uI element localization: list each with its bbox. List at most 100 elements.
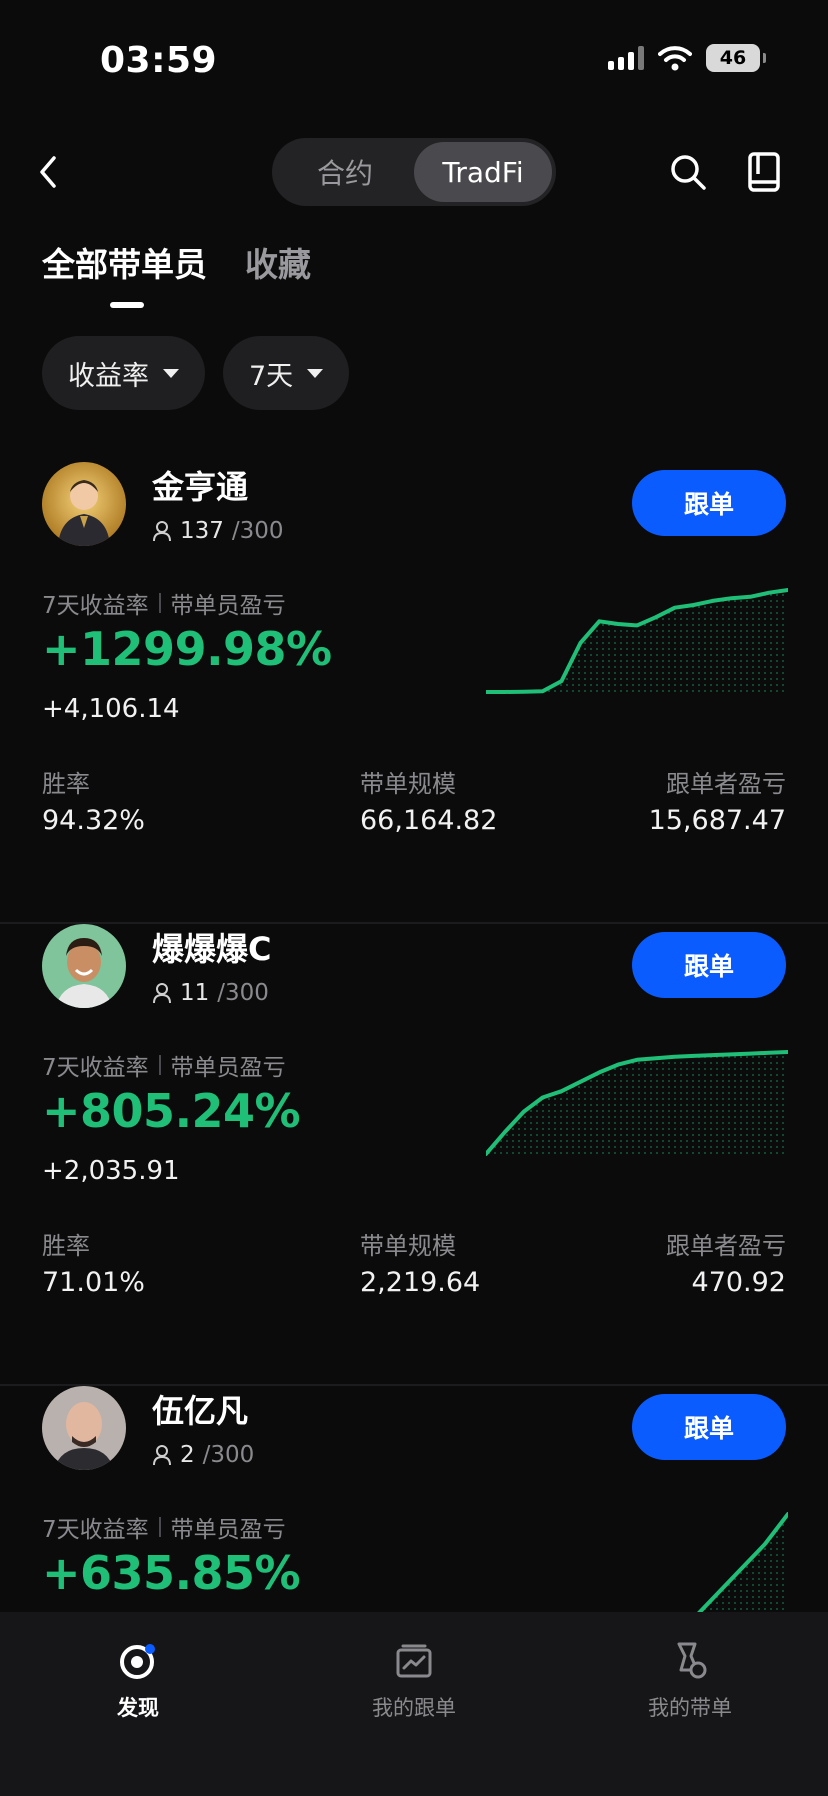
metric-label: 7天收益率 带单员盈亏 <box>42 1510 286 1544</box>
follower-pnl-stat: 跟单者盈亏 15,687.47 <box>649 764 786 836</box>
sort-dropdown[interactable]: 收益率 <box>42 336 205 410</box>
search-icon <box>671 155 706 190</box>
follower-count: 2/300 <box>152 1442 254 1468</box>
follower-capacity: /300 <box>231 518 284 544</box>
chevron-left-icon <box>40 156 56 188</box>
search-button[interactable] <box>668 152 708 192</box>
book-icon <box>748 152 780 192</box>
pnl-value: +2,035.91 <box>42 1156 180 1186</box>
follower-pnl-label: 跟单者盈亏 <box>666 1232 786 1260</box>
filter-bar: 收益率 7天 <box>42 336 350 410</box>
trader-name[interactable]: 金亨通 <box>152 462 248 508</box>
tab-indicator <box>110 302 144 308</box>
aum-label: 带单规模 <box>360 770 456 798</box>
metric-label: 7天收益率 带单员盈亏 <box>42 1048 286 1082</box>
roi-label: 7天收益率 <box>42 593 149 619</box>
follower-pnl-label: 跟单者盈亏 <box>666 770 786 798</box>
caret-down-icon <box>307 368 324 378</box>
follower-capacity: /300 <box>217 980 269 1006</box>
tab-all-traders[interactable]: 全部带单员 <box>42 238 207 286</box>
aum-stat: 带单规模 66,164.82 <box>360 764 497 836</box>
bottom-nav: 发现 我的跟单 我的带单 <box>0 1612 828 1796</box>
segment-tradfi[interactable]: TradFi <box>414 142 552 202</box>
nav-label: 我的带单 <box>648 1696 732 1720</box>
my-lead-icon <box>677 1642 707 1679</box>
aum-value: 66,164.82 <box>360 805 498 836</box>
sparkline-area <box>486 590 788 696</box>
follower-pnl-stat: 跟单者盈亏 470.92 <box>666 1226 786 1298</box>
discover-icon <box>120 1644 155 1679</box>
sort-label: 收益率 <box>68 360 149 392</box>
win-rate-label: 胜率 <box>42 770 90 798</box>
separator <box>158 593 161 613</box>
battery-level: 46 <box>719 47 747 69</box>
roi-value: +805.24% <box>42 1084 301 1138</box>
win-rate-label: 胜率 <box>42 1232 90 1260</box>
roi-label: 7天收益率 <box>42 1055 149 1081</box>
trader-card[interactable]: 爆爆爆C 11/300 跟单 7天收益率 带单员盈亏 +805.24% +2,03… <box>0 924 828 1386</box>
trader-card[interactable]: 伍亿凡 2/300 跟单 7天收益率 带单员盈亏 +635.85% <box>0 1386 828 1612</box>
roi-label: 7天收益率 <box>42 1517 149 1543</box>
follower-current: 2 <box>180 1442 195 1468</box>
user-icon <box>153 983 171 1004</box>
sparkline-area <box>699 1514 788 1612</box>
follow-button[interactable]: 跟单 <box>632 1394 786 1460</box>
roi-value: +635.85% <box>42 1546 301 1600</box>
nav-my-copy[interactable]: 我的跟单 <box>276 1612 552 1796</box>
pnl-label: 带单员盈亏 <box>170 1517 286 1543</box>
roi-sparkline <box>486 588 788 696</box>
pnl-value: +4,106.14 <box>42 694 180 724</box>
avatar[interactable] <box>42 924 126 1008</box>
follower-count: 137/300 <box>152 518 284 544</box>
nav-discover[interactable]: 发现 <box>0 1612 276 1796</box>
user-icon <box>153 521 171 542</box>
pnl-label: 带单员盈亏 <box>170 593 286 619</box>
guide-button[interactable] <box>746 150 782 194</box>
separator <box>158 1055 161 1075</box>
trader-card[interactable]: 金亨通 137/300 跟单 7天收益率 带单员盈亏 +1299.98% +4,1… <box>0 462 828 924</box>
tab-favorites[interactable]: 收藏 <box>245 238 311 286</box>
nav-label: 我的跟单 <box>372 1696 456 1720</box>
segment-futures[interactable]: 合约 <box>276 142 414 202</box>
follower-capacity: /300 <box>202 1442 255 1468</box>
follower-count: 11/300 <box>152 980 269 1006</box>
market-segment-control: 合约 TradFi <box>272 138 556 206</box>
win-rate-stat: 胜率 71.01% <box>42 1226 145 1298</box>
trader-tabs: 全部带单员 收藏 <box>42 238 311 286</box>
signal-icon <box>608 46 644 70</box>
win-rate-value: 94.32% <box>42 805 145 836</box>
win-rate-value: 71.01% <box>42 1267 145 1298</box>
follower-current: 11 <box>180 980 210 1006</box>
user-icon <box>153 1445 171 1466</box>
aum-value: 2,219.64 <box>360 1267 481 1298</box>
trader-name[interactable]: 爆爆爆C <box>152 924 272 970</box>
roi-sparkline <box>486 1050 788 1158</box>
roi-value: +1299.98% <box>42 622 332 676</box>
follower-current: 137 <box>180 518 224 544</box>
aum-label: 带单规模 <box>360 1232 456 1260</box>
status-time: 03:59 <box>100 40 218 81</box>
nav-label: 发现 <box>117 1696 159 1720</box>
win-rate-stat: 胜率 94.32% <box>42 764 145 836</box>
my-copy-icon <box>396 1644 432 1678</box>
separator <box>158 1517 161 1537</box>
follow-button[interactable]: 跟单 <box>632 470 786 536</box>
follow-button[interactable]: 跟单 <box>632 932 786 998</box>
period-dropdown[interactable]: 7天 <box>223 336 350 410</box>
aum-stat: 带单规模 2,219.64 <box>360 1226 480 1298</box>
avatar[interactable] <box>42 1386 126 1470</box>
back-button[interactable] <box>36 150 72 194</box>
status-icons: 46 <box>608 44 766 72</box>
pnl-label: 带单员盈亏 <box>170 1055 286 1081</box>
follower-pnl-value: 15,687.47 <box>648 805 786 836</box>
follower-pnl-value: 470.92 <box>691 1267 786 1298</box>
period-label: 7天 <box>249 360 294 392</box>
metric-label: 7天收益率 带单员盈亏 <box>42 586 286 620</box>
caret-down-icon <box>163 368 179 378</box>
copy-trading-screen: 03:59 46 合约 TradFi 全部带单员 收藏 收益率 7天 金亨通 1… <box>0 0 828 1796</box>
avatar[interactable] <box>42 462 126 546</box>
roi-sparkline <box>697 1512 788 1612</box>
trader-name[interactable]: 伍亿凡 <box>152 1386 248 1432</box>
nav-my-lead[interactable]: 我的带单 <box>552 1612 828 1796</box>
wifi-icon <box>658 46 692 71</box>
